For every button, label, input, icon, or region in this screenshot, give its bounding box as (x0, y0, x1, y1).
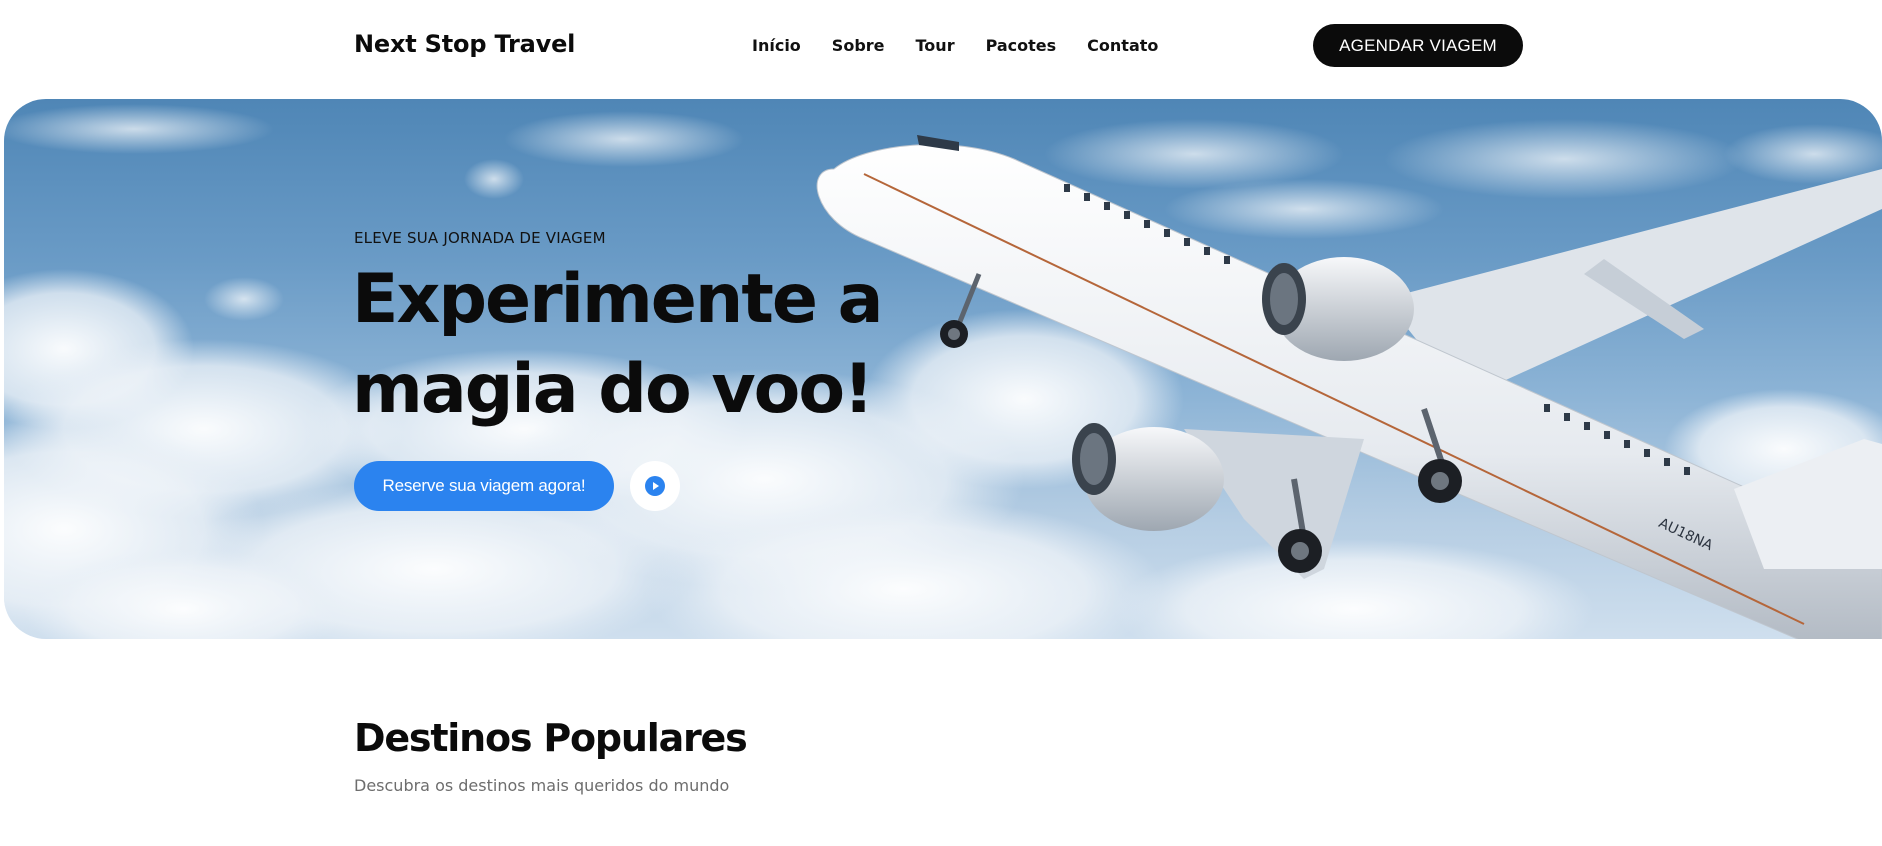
book-trip-button[interactable]: AGENDAR VIAGEM (1313, 24, 1523, 67)
nav-link-inicio[interactable]: Início (752, 36, 801, 55)
nav-link-sobre[interactable]: Sobre (832, 36, 885, 55)
nav-link-contato[interactable]: Contato (1087, 36, 1158, 55)
play-icon (645, 476, 665, 496)
hero-banner: AU18NA ELEVE SUA JORNADA DE VIAGEM Exper… (4, 99, 1882, 639)
hero-headline-line2: magia do voo! (352, 350, 874, 429)
nav-link-tour[interactable]: Tour (916, 36, 955, 55)
nav-link-pacotes[interactable]: Pacotes (986, 36, 1057, 55)
hero-eyebrow: ELEVE SUA JORNADA DE VIAGEM (354, 229, 606, 247)
hero-headline-line1: Experimente a (352, 260, 884, 339)
hero-content: ELEVE SUA JORNADA DE VIAGEM Experimente … (352, 99, 954, 639)
site-header: Next Stop Travel Início Sobre Tour Pacot… (0, 0, 1882, 96)
reserve-trip-button[interactable]: Reserve sua viagem agora! (354, 461, 614, 511)
destinations-title: Destinos Populares (354, 716, 748, 760)
brand-logo[interactable]: Next Stop Travel (354, 30, 575, 58)
play-video-button[interactable] (630, 461, 680, 511)
hero-headline: Experimente a magia do voo! (352, 255, 952, 435)
destinations-subtitle: Descubra os destinos mais queridos do mu… (354, 776, 730, 795)
main-nav: Início Sobre Tour Pacotes Contato (752, 36, 1189, 55)
